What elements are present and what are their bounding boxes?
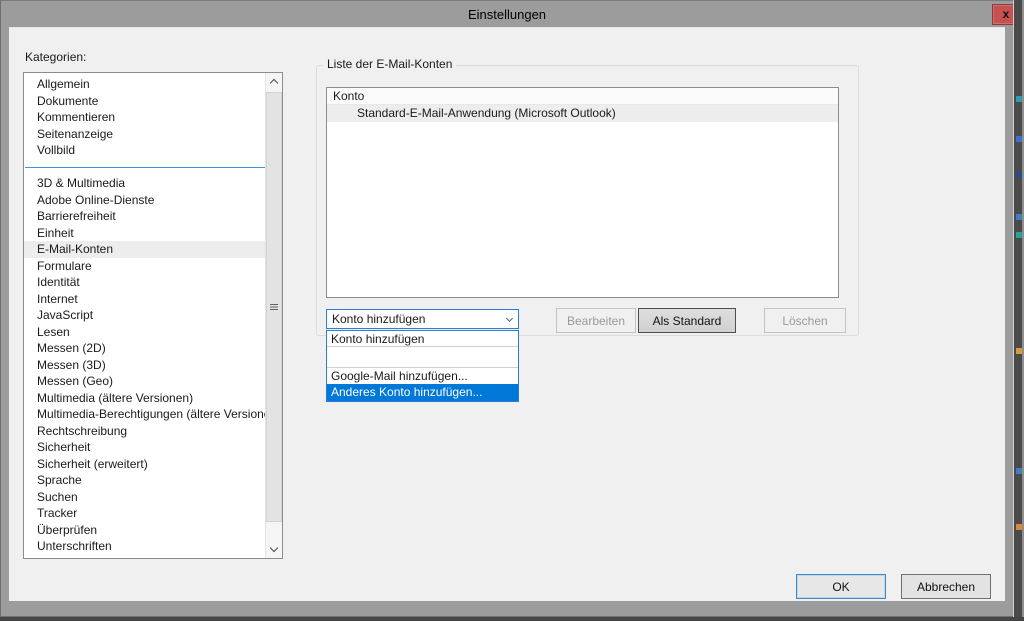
- category-item[interactable]: JavaScript: [24, 307, 265, 324]
- category-item[interactable]: Sicherheit (erweitert): [24, 456, 265, 473]
- category-item[interactable]: Rechtschreibung: [24, 423, 265, 440]
- category-item[interactable]: Vollbild: [24, 142, 265, 159]
- category-item[interactable]: Messen (2D): [24, 340, 265, 357]
- category-item[interactable]: Messen (Geo): [24, 373, 265, 390]
- dropdown-option[interactable]: Konto hinzufügen: [327, 331, 518, 347]
- category-item[interactable]: Formulare: [24, 258, 265, 275]
- category-item[interactable]: Allgemein: [24, 76, 265, 93]
- dropdown-option-blank: [327, 347, 518, 368]
- category-item[interactable]: 3D & Multimedia: [24, 175, 265, 192]
- ok-button[interactable]: OK: [796, 574, 886, 599]
- category-item[interactable]: Sicherheit: [24, 439, 265, 456]
- dialog-content: Kategorien: AllgemeinDokumenteKommentier…: [9, 27, 1005, 601]
- delete-button: Löschen: [764, 308, 846, 333]
- scroll-up-button[interactable]: [266, 73, 282, 90]
- accounts-table-header: Konto: [327, 88, 838, 105]
- category-item[interactable]: Adobe Online-Dienste: [24, 192, 265, 209]
- category-item[interactable]: Einheit: [24, 225, 265, 242]
- category-item[interactable]: E-Mail-Konten: [24, 241, 265, 258]
- category-item[interactable]: Unterschriften: [24, 538, 265, 555]
- screen: Einstellungen x Kategorien: AllgemeinDok…: [0, 0, 1024, 621]
- category-divider: [24, 159, 265, 176]
- accounts-table-row[interactable]: Standard-E-Mail-Anwendung (Microsoft Out…: [327, 105, 838, 122]
- category-item[interactable]: Dokumente: [24, 93, 265, 110]
- combobox-chevron-down-icon[interactable]: [500, 310, 518, 328]
- category-item[interactable]: Multimedia (ältere Versionen): [24, 390, 265, 407]
- titlebar[interactable]: Einstellungen x: [1, 2, 1013, 27]
- category-item[interactable]: Messen (3D): [24, 357, 265, 374]
- category-item[interactable]: Seitenanzeige: [24, 126, 265, 143]
- scrollbar-grip-icon: [270, 304, 278, 310]
- categories-list: AllgemeinDokumenteKommentierenSeitenanze…: [24, 73, 265, 558]
- add-account-dropdown: Konto hinzufügen Google-Mail hinzufügen..…: [326, 330, 519, 402]
- category-item[interactable]: Tracker: [24, 505, 265, 522]
- scroll-down-button[interactable]: [266, 541, 282, 558]
- chevron-up-icon: [270, 79, 278, 87]
- background-app-sliver: [1013, 0, 1024, 617]
- dropdown-option[interactable]: Anderes Konto hinzufügen...: [327, 384, 518, 401]
- categories-scrollbar[interactable]: [265, 73, 282, 558]
- cancel-button[interactable]: Abbrechen: [901, 574, 991, 599]
- accounts-table: Konto Standard-E-Mail-Anwendung (Microso…: [326, 87, 839, 298]
- set-default-button[interactable]: Als Standard: [638, 308, 736, 333]
- category-item[interactable]: Sprache: [24, 472, 265, 489]
- scrollbar-thumb[interactable]: [266, 92, 282, 522]
- category-item[interactable]: Updater: [24, 555, 265, 559]
- category-item[interactable]: Überprüfen: [24, 522, 265, 539]
- screen-bottom-edge: [0, 617, 1024, 621]
- email-accounts-group-label: Liste der E-Mail-Konten: [323, 57, 456, 71]
- close-icon: x: [1003, 7, 1010, 21]
- category-item[interactable]: Internet: [24, 291, 265, 308]
- categories-label: Kategorien:: [25, 50, 86, 64]
- preferences-dialog: Einstellungen x Kategorien: AllgemeinDok…: [0, 0, 1013, 617]
- dialog-title: Einstellungen: [468, 2, 546, 27]
- dropdown-option[interactable]: Google-Mail hinzufügen...: [327, 368, 518, 384]
- add-account-combobox[interactable]: Konto hinzufügen: [326, 309, 519, 329]
- edit-button: Bearbeiten: [556, 308, 636, 333]
- combobox-value: Konto hinzufügen: [332, 312, 425, 326]
- category-item[interactable]: Kommentieren: [24, 109, 265, 126]
- category-item[interactable]: Lesen: [24, 324, 265, 341]
- category-item[interactable]: Barrierefreiheit: [24, 208, 265, 225]
- category-item[interactable]: Identität: [24, 274, 265, 291]
- categories-listbox: AllgemeinDokumenteKommentierenSeitenanze…: [23, 72, 283, 559]
- chevron-down-icon: [270, 544, 278, 552]
- category-item[interactable]: Multimedia-Berechtigungen (ältere Versio…: [24, 406, 265, 423]
- category-item[interactable]: Suchen: [24, 489, 265, 506]
